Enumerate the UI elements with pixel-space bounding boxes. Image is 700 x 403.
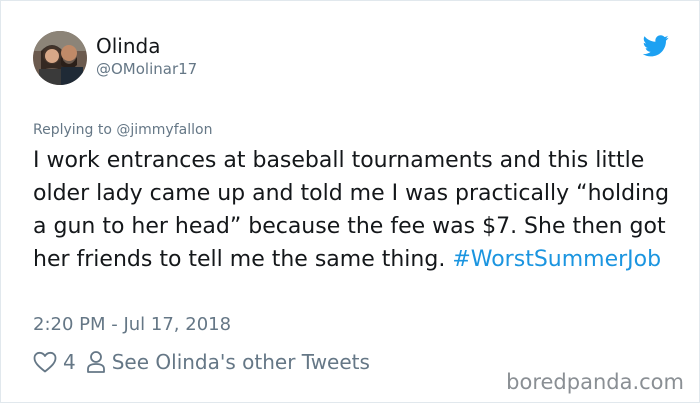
replying-to[interactable]: Replying to @jimmyfallon bbox=[33, 121, 212, 139]
like-count[interactable]: 4 bbox=[63, 350, 76, 374]
hashtag-link[interactable]: #WorstSummerJob bbox=[452, 247, 661, 272]
avatar-photo bbox=[33, 31, 87, 85]
twitter-bird-icon[interactable] bbox=[642, 35, 669, 57]
timestamp[interactable]: 2:20 PM - Jul 17, 2018 bbox=[33, 314, 231, 336]
avatar[interactable] bbox=[33, 31, 87, 85]
user-handle[interactable]: @OMolinar17 bbox=[96, 60, 197, 78]
person-icon[interactable] bbox=[86, 350, 106, 374]
heart-icon[interactable] bbox=[33, 351, 57, 373]
other-tweets-link[interactable]: See Olinda's other Tweets bbox=[112, 350, 370, 374]
tweet-card: Olinda @OMolinar17 Replying to @jimmyfal… bbox=[0, 0, 700, 403]
tweet-text: I work entrances at baseball tournaments… bbox=[33, 144, 683, 276]
tweet-actions: 4 See Olinda's other Tweets bbox=[33, 348, 370, 376]
display-name[interactable]: Olinda bbox=[96, 34, 160, 58]
watermark: boredpanda.com bbox=[506, 370, 684, 394]
